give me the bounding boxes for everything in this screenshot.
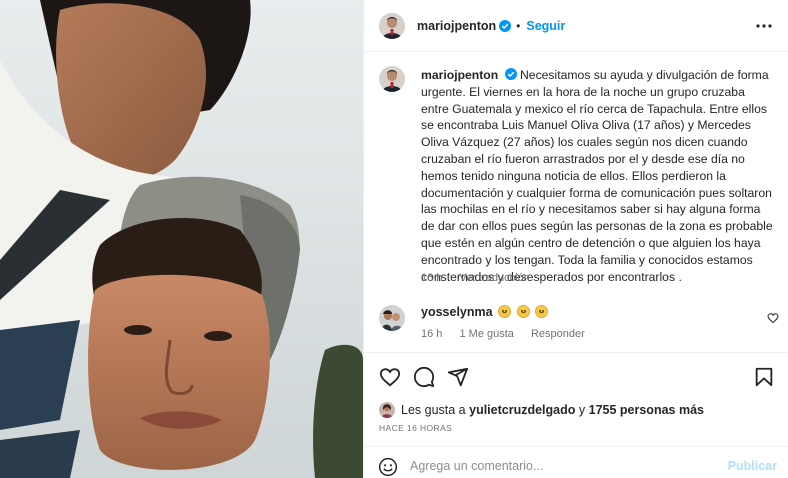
likes-user[interactable]: yulietcruzdelgado <box>469 403 575 417</box>
sad-emoji-icon <box>516 305 530 318</box>
commenter-avatar[interactable] <box>379 305 405 331</box>
sad-emoji-icon <box>498 305 512 318</box>
author-username[interactable]: mariojpenton <box>417 19 496 33</box>
more-icon[interactable] <box>755 17 773 35</box>
share-icon[interactable] <box>447 366 469 388</box>
comment-time: 16 h <box>421 328 443 340</box>
caption-meta: 16 h Ver traducción <box>421 272 530 284</box>
caption-time: 16 h <box>421 272 443 284</box>
caption-body: Necesitamos su ayuda y divulgación de fo… <box>421 68 773 284</box>
separator-dot: • <box>516 18 521 33</box>
post-date[interactable]: HACE 16 HORAS <box>379 423 452 433</box>
likes-connector: y <box>578 403 586 417</box>
comment-likes[interactable]: 1 Me gusta <box>459 328 513 340</box>
comment-item: yosselynma 16 h 1 Me gusta Responder <box>364 300 788 350</box>
sad-emoji-icon <box>535 305 549 318</box>
follow-button[interactable]: Seguir <box>526 19 565 33</box>
verified-icon <box>504 68 517 80</box>
comment-icon[interactable] <box>413 366 435 388</box>
verified-icon <box>499 19 512 32</box>
comment-author[interactable]: yosselynma <box>421 305 493 319</box>
comment-input[interactable] <box>410 455 710 477</box>
caption-text: mariojpenton Necesitamos su ayuda y divu… <box>421 67 776 285</box>
heart-icon[interactable] <box>379 366 401 388</box>
reply-button[interactable]: Responder <box>531 328 585 340</box>
bookmark-icon[interactable] <box>753 366 775 388</box>
liker-avatar[interactable] <box>379 402 395 418</box>
caption: mariojpenton Necesitamos su ayuda y divu… <box>364 52 788 296</box>
action-bar <box>364 352 788 400</box>
likes-summary: Les gusta a yulietcruzdelgado y 1755 per… <box>379 402 704 418</box>
comment-meta: 16 h 1 Me gusta Responder <box>421 328 599 340</box>
heart-icon[interactable] <box>767 312 779 324</box>
caption-author-avatar[interactable] <box>379 66 405 92</box>
likes-prefix: Les gusta a <box>401 403 466 417</box>
post-photo[interactable] <box>0 0 363 478</box>
post-comment-button[interactable]: Publicar <box>728 459 777 473</box>
post-header: mariojpenton • Seguir <box>364 0 788 52</box>
see-translation-link[interactable]: Ver traducción <box>459 272 529 284</box>
post-panel: mariojpenton • Seguir mariojpenton Neces… <box>363 0 788 478</box>
post-image <box>0 0 363 478</box>
caption-author-username[interactable]: mariojpenton <box>421 68 498 82</box>
emoji-icon[interactable] <box>378 457 398 477</box>
comment-composer: Publicar <box>364 446 788 478</box>
comment-text: yosselynma <box>421 305 549 319</box>
likes-others[interactable]: 1755 personas más <box>589 403 704 417</box>
author-avatar[interactable] <box>379 12 405 39</box>
